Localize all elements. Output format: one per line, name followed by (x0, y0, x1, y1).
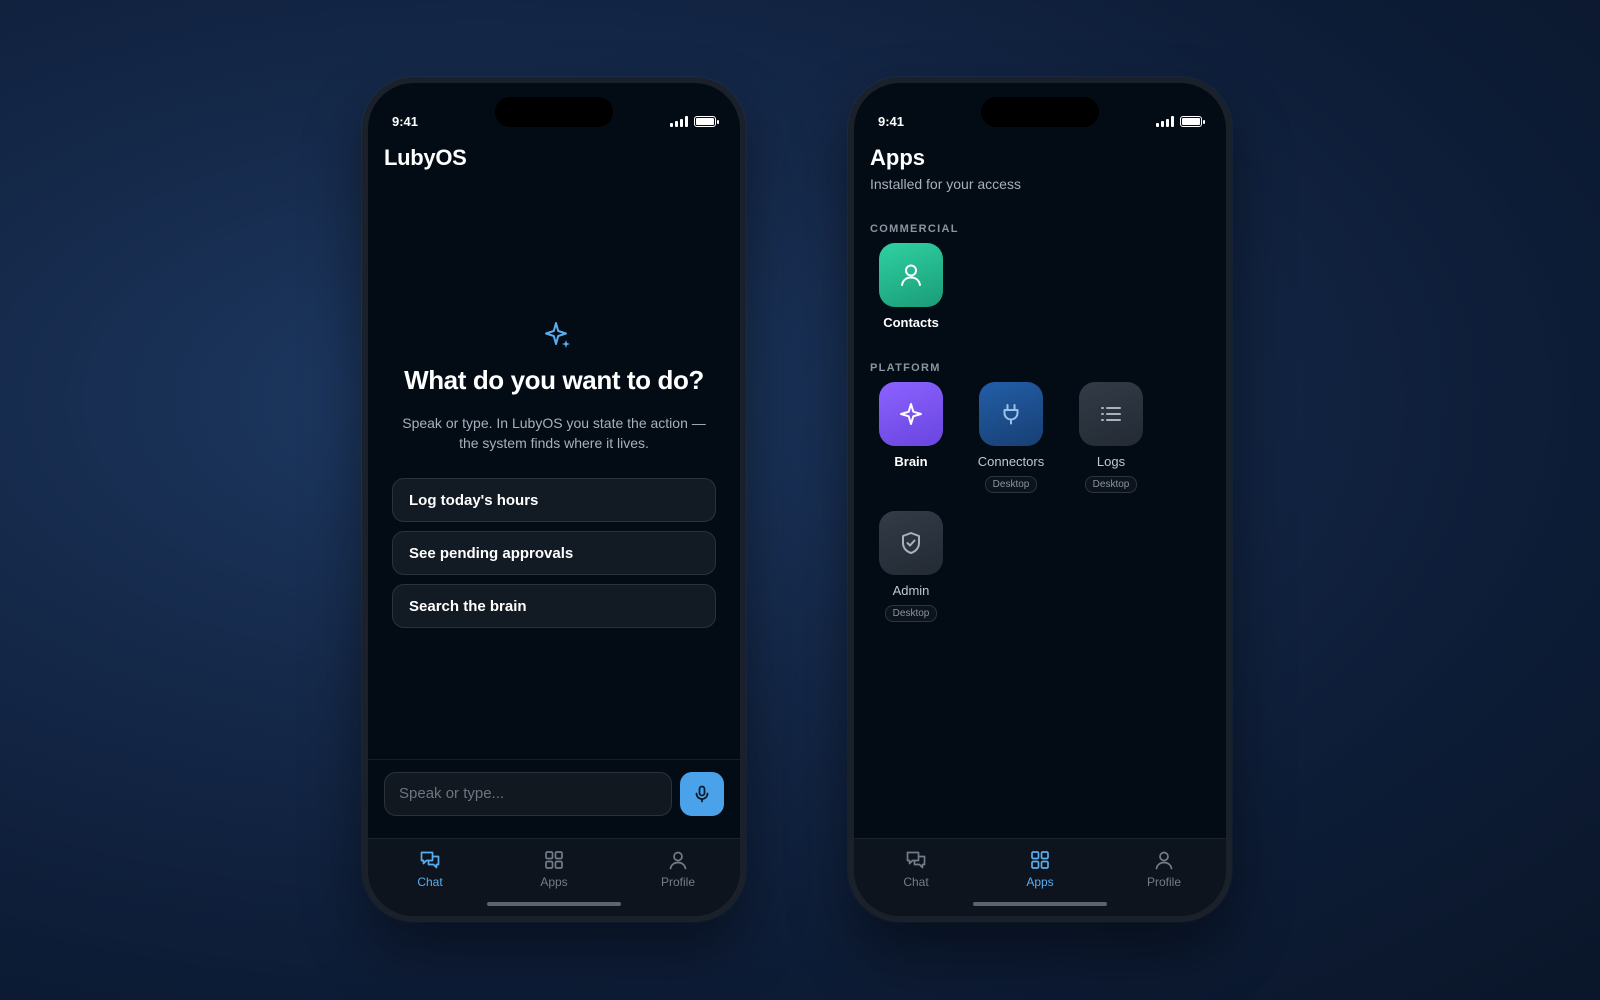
app-name-brain: Brain (894, 454, 928, 469)
battery-icon (694, 115, 719, 127)
person-icon (669, 851, 687, 870)
platform-badge: Desktop (1084, 476, 1138, 493)
hero-subtitle-line1: Speak or type. In LubyOS you state the a… (402, 415, 706, 431)
tab-apps-label: Apps (1026, 875, 1054, 889)
tab-apps-label: Apps (540, 875, 568, 889)
tab-chat[interactable]: Chat (876, 849, 956, 916)
status-icons (670, 115, 719, 127)
home-indicator[interactable] (487, 902, 621, 906)
tab-chat-label: Chat (903, 875, 929, 889)
status-time: 9:41 (878, 113, 905, 129)
tab-profile[interactable]: Profile (638, 849, 718, 916)
app-title: LubyOS (384, 145, 467, 170)
tab-profile[interactable]: Profile (1124, 849, 1204, 916)
tab-profile-label: Profile (1146, 875, 1181, 889)
suggestion-log-hours[interactable]: Log today's hours (392, 478, 716, 522)
status-icons (1156, 115, 1205, 127)
home-indicator[interactable] (973, 902, 1107, 906)
page-subtitle: Installed for your access (870, 176, 1021, 192)
person-icon (1155, 851, 1173, 870)
platform-badge: Desktop (884, 605, 938, 622)
plug-icon (1003, 404, 1019, 425)
status-time: 9:41 (392, 113, 419, 129)
app-icon-connectors (979, 382, 1043, 446)
chat-icon (420, 851, 440, 869)
grid-icon (1031, 851, 1049, 869)
chat-screen: 9:41 LubyOS What do you want to do? Spea… (368, 83, 740, 916)
app-tile-brain[interactable]: Brain (866, 382, 956, 469)
hero-subtitle: Speak or type. In LubyOS you state the a… (398, 413, 710, 453)
person-icon (901, 264, 921, 286)
app-tile-contacts[interactable]: Contacts (866, 243, 956, 330)
suggestion-list: Log today's hours See pending approvals … (392, 478, 716, 628)
app-name-admin: Admin (892, 583, 930, 598)
app-tile-logs[interactable]: Logs Desktop (1066, 382, 1156, 493)
mic-button[interactable] (680, 771, 724, 816)
list-icon (1101, 407, 1121, 421)
phone-chat: 9:41 LubyOS What do you want to do? Spea… (362, 77, 746, 922)
hero-subtitle-line2: the system finds where it lives. (459, 435, 649, 451)
signal-icon (1156, 115, 1174, 127)
platform-badge: Desktop (984, 476, 1038, 493)
section-label-platform: PLATFORM (870, 362, 941, 374)
app-name-contacts: Contacts (883, 315, 939, 330)
app-tile-admin[interactable]: Admin Desktop (866, 511, 956, 622)
tab-chat[interactable]: Chat (390, 849, 470, 916)
section-label-commercial: COMMERCIAL (870, 223, 959, 235)
status-bar: 9:41 (878, 113, 1205, 129)
mic-icon (695, 785, 709, 802)
grid-icon (545, 851, 563, 869)
composer (368, 759, 740, 827)
suggestion-pending-approvals[interactable]: See pending approvals (392, 531, 716, 575)
suggestion-search-brain[interactable]: Search the brain (392, 584, 716, 628)
shield-check-icon (902, 532, 920, 554)
app-name-connectors: Connectors (977, 454, 1045, 469)
app-icon-logs (1079, 382, 1143, 446)
apps-screen: 9:41 Apps Installed for your access COMM… (854, 83, 1226, 916)
app-name-logs: Logs (1096, 454, 1126, 469)
status-bar: 9:41 (392, 113, 719, 129)
signal-icon (670, 115, 688, 127)
tab-profile-label: Profile (660, 875, 695, 889)
app-icon-contacts (879, 243, 943, 307)
sparkle-icon (545, 322, 570, 348)
battery-icon (1180, 115, 1205, 127)
page-title: Apps (870, 145, 925, 170)
sparkle-icon (900, 403, 922, 425)
hero-title: What do you want to do? (404, 365, 704, 395)
tab-chat-label: Chat (417, 875, 443, 889)
phone-apps: 9:41 Apps Installed for your access COMM… (848, 77, 1232, 922)
chat-icon (906, 851, 926, 869)
app-icon-admin (879, 511, 943, 575)
app-icon-brain (879, 382, 943, 446)
composer-input[interactable] (384, 771, 672, 816)
app-tile-connectors[interactable]: Connectors Desktop (966, 382, 1056, 493)
